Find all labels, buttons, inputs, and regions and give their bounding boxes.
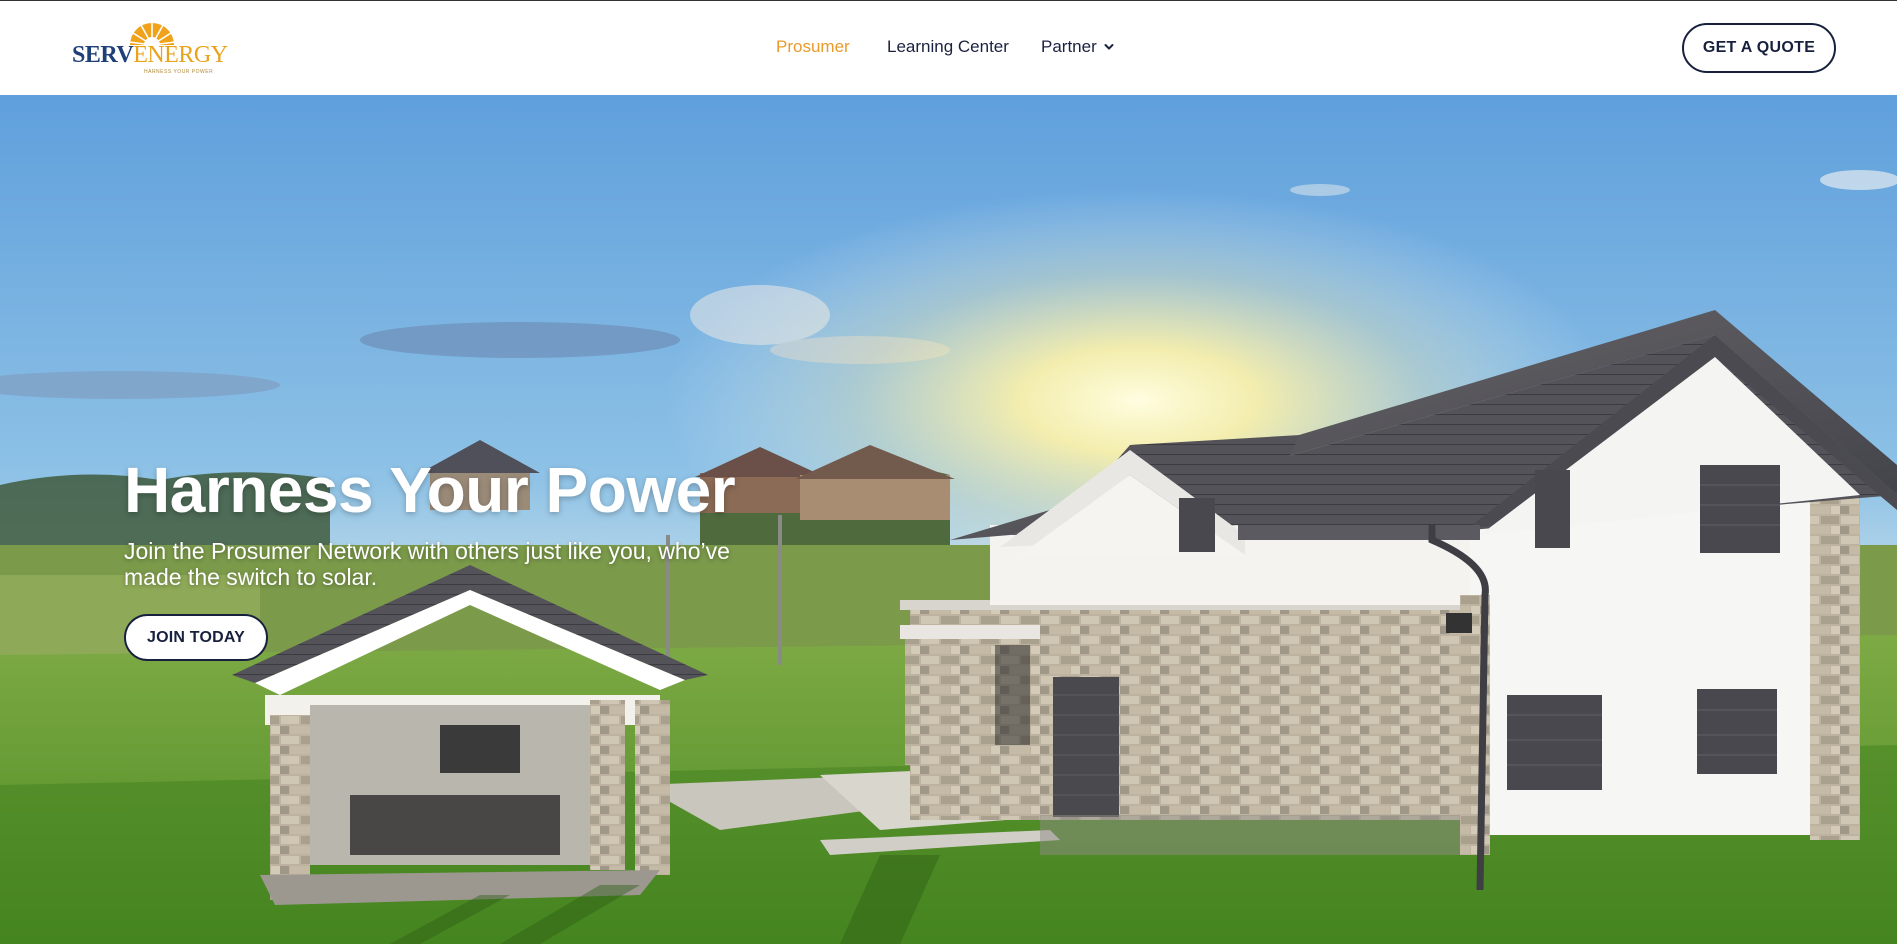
nav-item-partner[interactable]: Partner bbox=[1041, 37, 1115, 57]
hero-section: Harness Your Power Join the Prosumer Net… bbox=[0, 95, 1897, 944]
brand-tagline: HARNESS YOUR POWER bbox=[144, 69, 214, 75]
nav-item-prosumer[interactable]: Prosumer bbox=[776, 37, 850, 57]
site-header: SERVENERGY HARNESS YOUR POWER Prosumer L… bbox=[0, 1, 1897, 95]
nav-item-partner-label: Partner bbox=[1041, 37, 1097, 56]
chevron-down-icon bbox=[1104, 43, 1114, 50]
brand-name-part2: ENERGY bbox=[133, 42, 228, 68]
get-a-quote-button[interactable]: GET A QUOTE bbox=[1682, 23, 1836, 73]
join-today-button[interactable]: JOIN TODAY bbox=[124, 614, 268, 661]
brand-logo[interactable]: SERVENERGY HARNESS YOUR POWER bbox=[70, 19, 228, 77]
hero-title: Harness Your Power bbox=[124, 454, 736, 526]
brand-name-part1: SERV bbox=[72, 42, 134, 68]
nav-item-learning-center[interactable]: Learning Center bbox=[887, 37, 1009, 57]
hero-subtitle: Join the Prosumer Network with others ju… bbox=[124, 538, 730, 590]
brand-wordmark: SERVENERGY bbox=[72, 43, 228, 67]
